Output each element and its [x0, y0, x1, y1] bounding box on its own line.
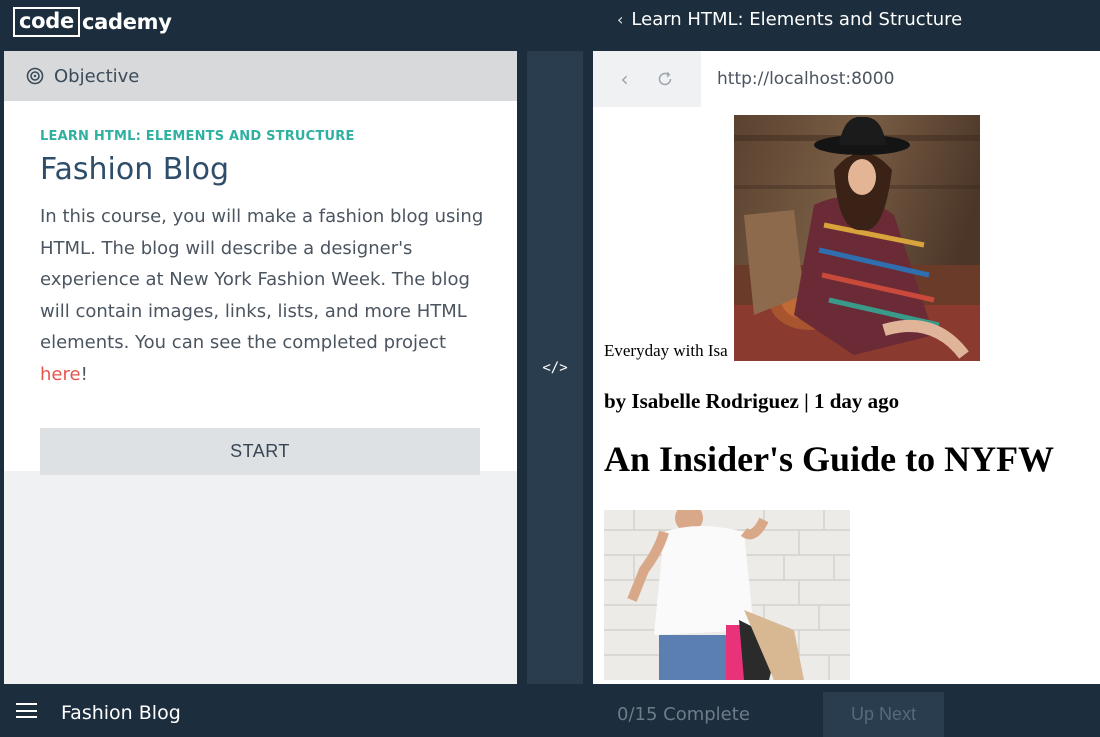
objective-header: Objective	[4, 51, 517, 101]
browser-bar: ‹ http://localhost:8000	[593, 51, 1100, 107]
codecademy-logo[interactable]: code cademy	[13, 7, 172, 37]
panel-divider: </>	[527, 51, 583, 684]
article-photo	[604, 510, 850, 680]
completed-project-link[interactable]: here	[40, 364, 81, 385]
logo-box-text: code	[13, 7, 80, 37]
article-byline: by Isabelle Rodriguez | 1 day ago	[604, 389, 900, 413]
up-next-button[interactable]: Up Next	[823, 692, 944, 737]
chevron-left-icon: ‹	[617, 10, 624, 29]
bottom-bar: Fashion Blog 0/15 Complete Up Next	[0, 684, 1100, 737]
lesson-name: Fashion Blog	[61, 702, 181, 724]
article-headline: An Insider's Guide to NYFW	[604, 439, 1055, 479]
lesson-description: In this course, you will make a fashion …	[40, 201, 485, 390]
lesson-title: Fashion Blog	[40, 152, 230, 187]
rendered-page: Everyday with Isa by Isabelle Rodriguez …	[604, 115, 1100, 680]
code-toggle-icon[interactable]: </>	[542, 360, 567, 376]
hero-line: Everyday with Isa	[604, 115, 1100, 361]
top-bar: code cademy ‹ Learn HTML: Elements and St…	[0, 0, 1100, 50]
course-back-link[interactable]: ‹ Learn HTML: Elements and Structure	[617, 9, 962, 30]
course-eyebrow: LEARN HTML: ELEMENTS AND STRUCTURE	[40, 129, 355, 144]
description-end: !	[80, 363, 88, 385]
hero-photo	[733, 115, 980, 361]
description-text: In this course, you will make a fashion …	[40, 206, 484, 353]
browser-preview: ‹ http://localhost:8000 Everyday with Is…	[593, 51, 1100, 684]
start-button[interactable]: START	[40, 428, 480, 475]
logo-rest-text: cademy	[81, 10, 172, 34]
instructions-panel: Objective LEARN HTML: ELEMENTS AND STRUC…	[4, 51, 517, 684]
hamburger-menu-icon[interactable]	[16, 703, 37, 718]
objective-target-icon	[26, 67, 44, 85]
hero-caption: Everyday with Isa	[604, 341, 728, 360]
objective-body: LEARN HTML: ELEMENTS AND STRUCTURE Fashi…	[4, 101, 517, 475]
course-link-label: Learn HTML: Elements and Structure	[631, 9, 963, 30]
progress-text: 0/15 Complete	[617, 704, 750, 725]
url-bar[interactable]: http://localhost:8000	[717, 69, 894, 89]
refresh-icon[interactable]	[656, 70, 674, 88]
objective-header-label: Objective	[54, 65, 140, 87]
back-icon[interactable]: ‹	[621, 67, 629, 91]
browser-nav: ‹	[593, 51, 701, 107]
